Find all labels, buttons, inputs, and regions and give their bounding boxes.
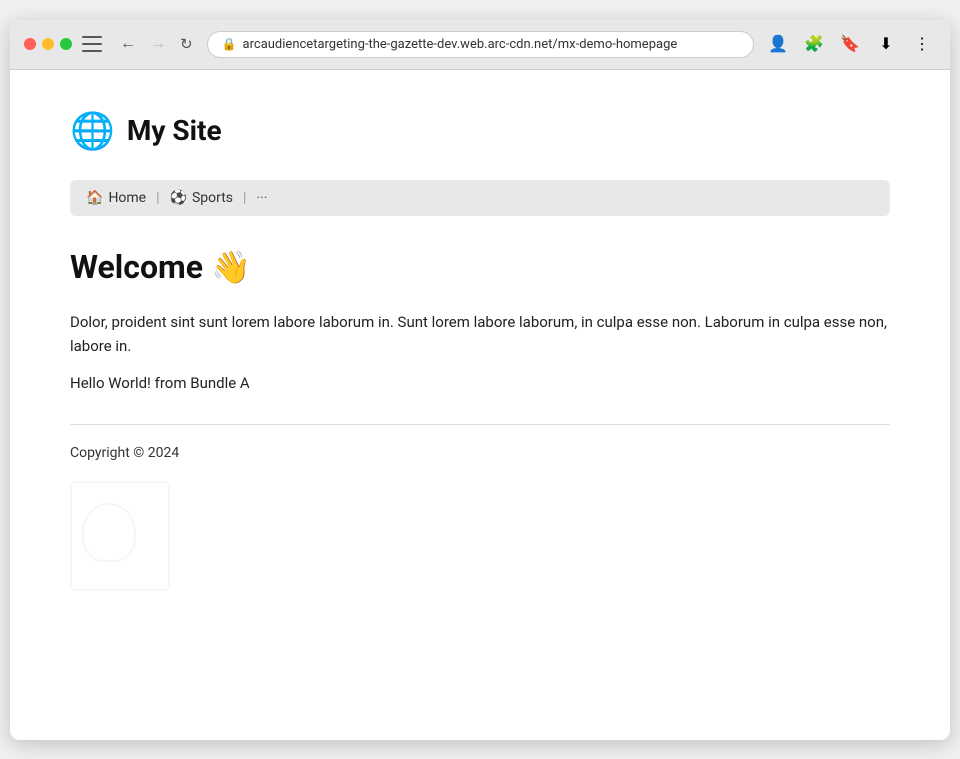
forward-button[interactable]: → — [146, 33, 170, 55]
site-logo-icon: 🌐 — [70, 110, 115, 152]
address-bar[interactable]: 🔒 arcaudiencetargeting-the-gazette-dev.w… — [207, 31, 754, 58]
nav-separator-2: | — [243, 190, 246, 206]
back-button[interactable]: ← — [116, 33, 140, 55]
extensions-button[interactable]: 🧩 — [800, 30, 828, 58]
copyright-text: Copyright © 2024 — [70, 445, 179, 461]
sidebar-toggle-button[interactable] — [82, 36, 102, 52]
nav-sports-label: Sports — [192, 190, 233, 206]
close-button[interactable] — [24, 38, 36, 50]
menu-button[interactable]: ⋮ — [908, 30, 936, 58]
page-content: 🌐 My Site 🏠 Home | ⚽ Sports | ··· Welcom… — [10, 70, 950, 740]
url-text: arcaudiencetargeting-the-gazette-dev.web… — [243, 37, 678, 52]
page-body-text: Dolor, proident sint sunt lorem labore l… — [70, 310, 890, 358]
wave-emoji: 👋 — [211, 248, 251, 286]
nav-separator-1: | — [156, 190, 159, 206]
refresh-button[interactable]: ↻ — [176, 33, 197, 55]
downloads-button[interactable]: ⬇ — [872, 30, 900, 58]
minimize-button[interactable] — [42, 38, 54, 50]
maximize-button[interactable] — [60, 38, 72, 50]
navigation-bar: 🏠 Home | ⚽ Sports | ··· — [70, 180, 890, 216]
browser-actions: 👤 🧩 🔖 ⬇ ⋮ — [764, 30, 936, 58]
sports-icon: ⚽ — [170, 190, 187, 206]
nav-more-button[interactable]: ··· — [256, 190, 267, 206]
navigation-buttons: ← → ↻ — [116, 33, 197, 55]
hello-world-text: Hello World! from Bundle A — [70, 374, 890, 392]
browser-window: ← → ↻ 🔒 arcaudiencetargeting-the-gazette… — [10, 20, 950, 740]
page-divider — [70, 424, 890, 425]
nav-home-label: Home — [108, 190, 146, 206]
welcome-text: Welcome — [70, 248, 203, 286]
footer: Copyright © 2024 — [70, 445, 890, 461]
nav-item-sports[interactable]: ⚽ Sports — [170, 190, 234, 206]
page-heading: Welcome 👋 — [70, 248, 890, 286]
nav-item-home[interactable]: 🏠 Home — [86, 190, 146, 206]
bookmark-button[interactable]: 🔖 — [836, 30, 864, 58]
site-header: 🌐 My Site — [70, 110, 890, 152]
bottom-image-placeholder — [70, 481, 170, 591]
lock-icon: 🔒 — [222, 37, 237, 51]
site-title: My Site — [127, 114, 222, 147]
profile-button[interactable]: 👤 — [764, 30, 792, 58]
window-controls — [24, 38, 72, 50]
home-icon: 🏠 — [86, 190, 103, 206]
browser-chrome: ← → ↻ 🔒 arcaudiencetargeting-the-gazette… — [10, 20, 950, 70]
